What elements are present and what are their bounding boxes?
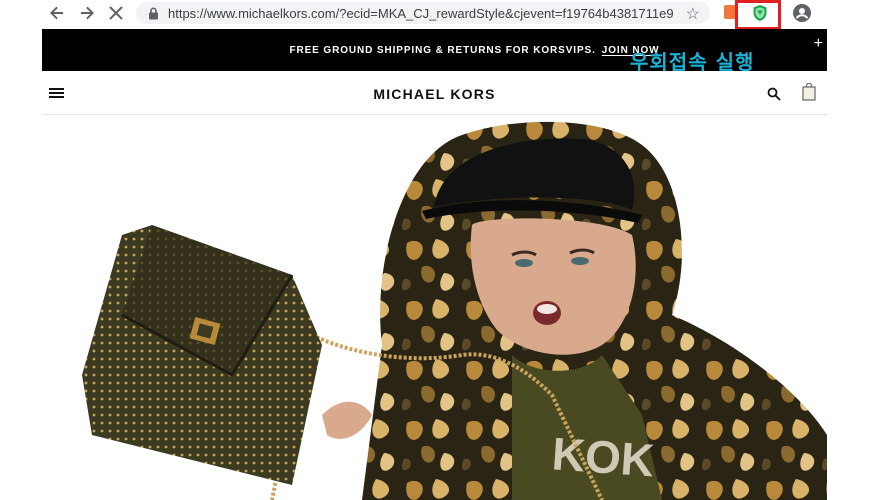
bookmark-star-icon[interactable]: ☆ bbox=[686, 4, 700, 24]
shopping-bag-icon[interactable] bbox=[802, 83, 816, 101]
stop-button[interactable] bbox=[105, 3, 127, 23]
back-button[interactable] bbox=[46, 3, 68, 23]
arrow-left-icon bbox=[50, 6, 63, 20]
shield-icon[interactable] bbox=[752, 4, 768, 22]
promo-brand: KORSVIPS. bbox=[533, 44, 596, 56]
browser-toolbar: https://www.michaelkors.com/?ecid=MKA_CJ… bbox=[0, 0, 870, 30]
lock-icon bbox=[146, 6, 160, 20]
promo-prefix: FREE GROUND SHIPPING & RETURNS FOR bbox=[289, 44, 534, 56]
korean-overlay-text: 우회접속 실행 bbox=[630, 50, 755, 74]
hero-image[interactable]: KOK bbox=[42, 115, 827, 500]
address-bar[interactable]: https://www.michaelkors.com/?ecid=MKA_CJ… bbox=[136, 2, 710, 24]
promo-expand-button[interactable]: + bbox=[814, 35, 823, 53]
promo-text: FREE GROUND SHIPPING & RETURNS FOR KORSV… bbox=[289, 45, 595, 56]
forward-button[interactable] bbox=[76, 3, 98, 23]
arrow-right-icon bbox=[81, 6, 94, 20]
site-logo[interactable]: MICHAEL KORS bbox=[42, 86, 827, 102]
svg-text:KOK: KOK bbox=[550, 427, 656, 486]
url-text[interactable]: https://www.michaelkors.com/?ecid=MKA_CJ… bbox=[168, 6, 673, 21]
site-header: MICHAEL KORS bbox=[42, 71, 827, 115]
search-icon[interactable] bbox=[767, 87, 781, 101]
profile-icon[interactable] bbox=[792, 3, 812, 23]
close-icon bbox=[109, 6, 123, 20]
web-page: FREE GROUND SHIPPING & RETURNS FOR KORSV… bbox=[42, 29, 827, 500]
